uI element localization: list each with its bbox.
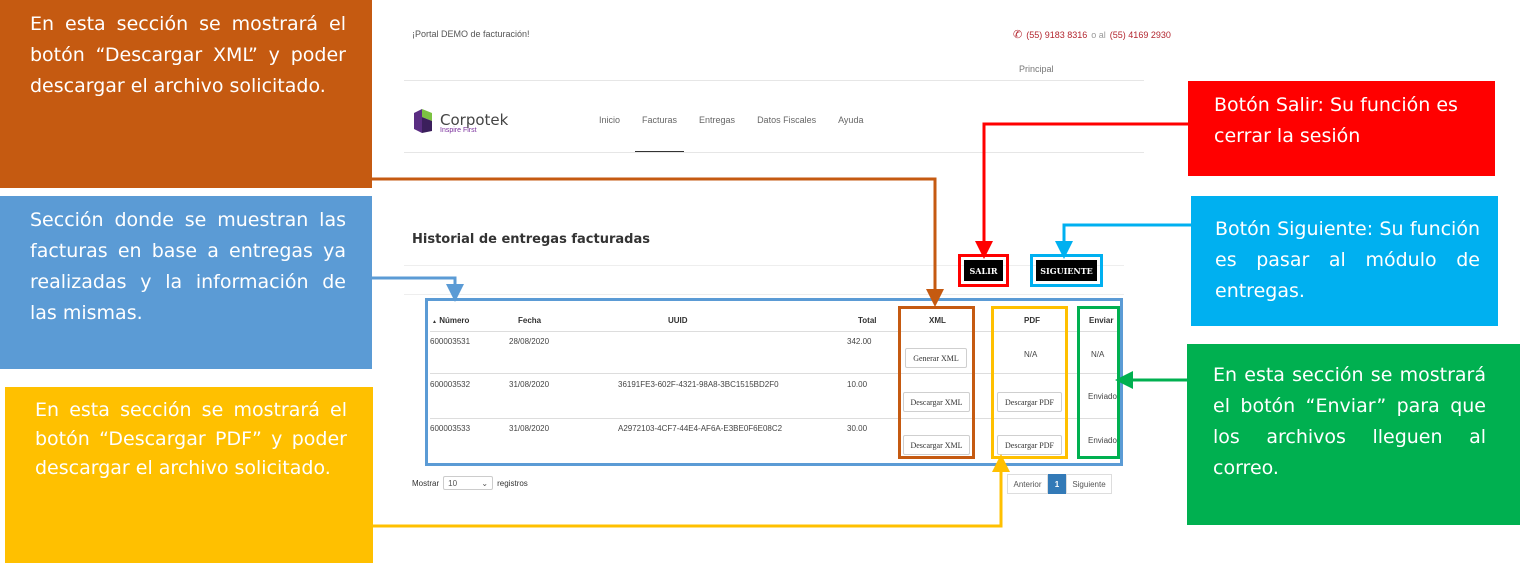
arrow-section <box>372 276 464 302</box>
callout-boton-siguiente: Botón Siguiente: Su función es pasar al … <box>1191 196 1498 326</box>
page-title: Historial de entregas facturadas <box>412 232 650 247</box>
xml-column-highlight <box>898 306 975 459</box>
cell-total: 342.00 <box>847 337 872 346</box>
principal-link[interactable]: Principal <box>1019 64 1054 74</box>
arrow-salir <box>975 122 1188 259</box>
col-header-uuid[interactable]: UUID <box>668 316 688 325</box>
cell-total: 30.00 <box>847 424 868 433</box>
logo[interactable]: Corpotek Inspire First <box>412 107 508 137</box>
cell-fecha: 31/08/2020 <box>509 380 550 389</box>
cell-numero: 600003533 <box>430 424 471 433</box>
callout-descargar-xml: En esta sección se mostrará el botón “De… <box>0 0 372 188</box>
siguiente-highlight: SIGUIENTE <box>1030 254 1103 287</box>
page-size-select[interactable]: 10 ⌄ <box>443 476 494 490</box>
header-divider <box>404 80 1144 81</box>
nav-entregas[interactable]: Entregas <box>688 115 746 153</box>
callout-enviar: En esta sección se mostrará el botón “En… <box>1187 344 1520 525</box>
corpotek-logo-icon <box>414 109 432 133</box>
cell-fecha: 28/08/2020 <box>509 337 550 346</box>
phone-icon: ✆ <box>1013 29 1023 41</box>
enviar-column-highlight <box>1077 306 1120 459</box>
col-header-fecha[interactable]: Fecha <box>518 316 541 325</box>
toolbar-divider <box>404 294 1124 295</box>
pager-next[interactable]: Siguiente <box>1066 474 1112 494</box>
registros-label: registros <box>497 478 528 488</box>
arrow-siguiente <box>1055 223 1191 259</box>
nav-facturas[interactable]: Facturas <box>631 115 688 153</box>
sort-arrow-icon: ▲ <box>432 319 437 325</box>
cell-uuid: A2972103-4CF7-44E4-AF6A-E3BE0F6E08C2 <box>618 424 783 433</box>
col-header-total[interactable]: Total <box>858 316 877 325</box>
nav-inicio[interactable]: Inicio <box>588 115 631 153</box>
main-nav: Inicio Facturas Entregas Datos Fiscales … <box>588 115 874 153</box>
mostrar-label: Mostrar <box>412 478 440 488</box>
callout-boton-salir: Botón Salir: Su función es cerrar la ses… <box>1188 81 1495 176</box>
nav-divider <box>404 152 1144 153</box>
pagination: Anterior 1 Siguiente <box>1007 474 1112 494</box>
col-header-numero[interactable]: ▲ Número <box>432 316 469 325</box>
arrow-pdf <box>373 454 1010 528</box>
phone-number-1[interactable]: (55) 9183 8316 <box>1026 30 1087 40</box>
salir-highlight: SALIR <box>958 254 1009 287</box>
nav-datos-fiscales[interactable]: Datos Fiscales <box>746 115 827 153</box>
page-size-value: 10 <box>448 478 458 488</box>
cell-fecha: 31/08/2020 <box>509 424 550 433</box>
cell-numero: 600003531 <box>430 337 471 346</box>
chevron-down-icon: ⌄ <box>481 478 489 488</box>
callout-descargar-pdf: En esta sección se mostrará el botón “De… <box>5 387 373 563</box>
logo-name: Corpotek <box>440 110 509 129</box>
callout-seccion-facturas: Sección donde se muestran las facturas e… <box>0 196 372 369</box>
cell-numero: 600003532 <box>430 380 471 389</box>
nav-ayuda[interactable]: Ayuda <box>827 115 874 153</box>
phone-separator: o al <box>1091 29 1106 40</box>
pdf-column-highlight <box>991 306 1068 459</box>
title-divider <box>404 265 1124 266</box>
pager-prev[interactable]: Anterior <box>1007 474 1048 494</box>
page-size-control: Mostrar 10 ⌄ registros <box>412 476 528 490</box>
portal-welcome-text: ¡Portal DEMO de facturación! <box>412 29 530 39</box>
pager-page-1[interactable]: 1 <box>1048 474 1066 494</box>
salir-button[interactable]: SALIR <box>964 260 1003 281</box>
siguiente-button[interactable]: SIGUIENTE <box>1036 260 1097 281</box>
cell-uuid: 36191FE3-602F-4321-98A8-3BC1515BD2F0 <box>618 380 779 389</box>
cell-total: 10.00 <box>847 380 868 389</box>
phone-number-2[interactable]: (55) 4169 2930 <box>1110 30 1171 40</box>
phone-contact: ✆ (55) 9183 8316 o al (55) 4169 2930 <box>1013 28 1171 41</box>
